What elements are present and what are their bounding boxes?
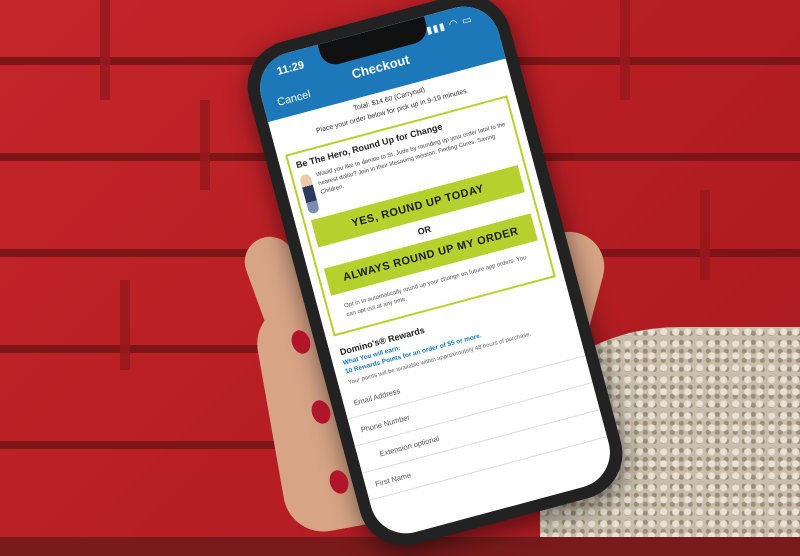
status-icons: ▮▮▮ ◠ ▭ bbox=[425, 13, 474, 37]
brick-joint bbox=[200, 100, 210, 190]
status-time: 11:29 bbox=[275, 59, 306, 78]
brick-joint bbox=[700, 190, 710, 280]
brick-joint bbox=[620, 0, 630, 100]
brick-joint bbox=[120, 280, 130, 370]
brick-joint bbox=[100, 0, 110, 100]
